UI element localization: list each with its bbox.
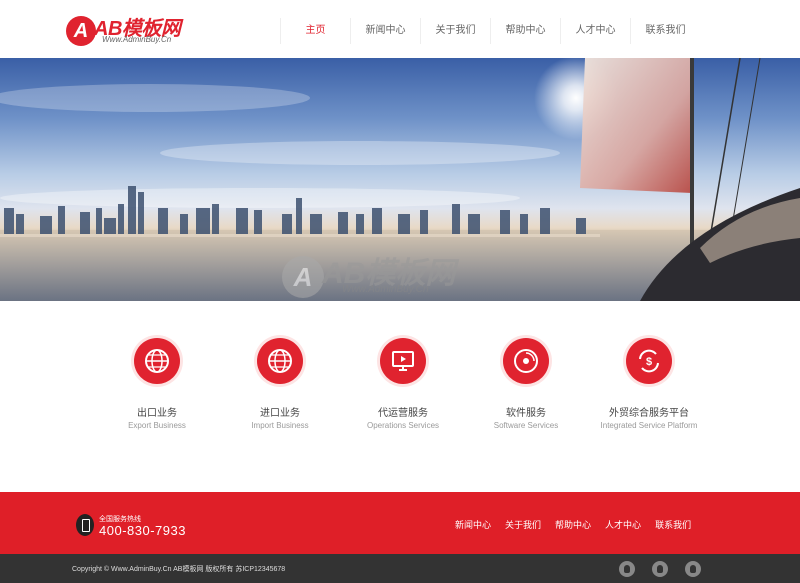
- nav-item-home[interactable]: 主页: [280, 18, 350, 44]
- monitor-icon: [380, 338, 426, 384]
- main-nav: 主页 新闻中心 关于我们 帮助中心 人才中心 联系我们: [280, 18, 700, 44]
- service-subtitle: Software Services: [493, 421, 559, 430]
- watermark-subtitle: Www.AdminBuy.Cn: [342, 284, 429, 295]
- service-operations[interactable]: 代运营服务 Operations Services: [344, 338, 462, 438]
- nav-item-about[interactable]: 关于我们: [420, 18, 490, 44]
- weibo-icon[interactable]: [685, 561, 701, 577]
- nav-item-news[interactable]: 新闻中心: [350, 18, 420, 44]
- header: A AB模板网 Www.AdminBuy.Cn 主页 新闻中心 关于我们 帮助中…: [0, 0, 800, 60]
- disc-icon: [503, 338, 549, 384]
- service-import[interactable]: 进口业务 Import Business: [221, 338, 339, 438]
- service-title: 代运营服务: [378, 408, 428, 419]
- svg-text:$: $: [646, 356, 652, 368]
- qq-icon[interactable]: [619, 561, 635, 577]
- service-subtitle: Integrated Service Platform: [600, 421, 698, 430]
- logo[interactable]: A AB模板网 Www.AdminBuy.Cn: [66, 14, 196, 46]
- services-section: 出口业务 Export Business 进口业务 Import Busines…: [98, 338, 708, 438]
- service-subtitle: Operations Services: [366, 421, 440, 430]
- phone-icon: [76, 514, 94, 536]
- footer-nav-help[interactable]: 帮助中心: [555, 518, 591, 531]
- footer-nav-about[interactable]: 关于我们: [505, 518, 541, 531]
- globe-icon: [134, 338, 180, 384]
- service-title: 进口业务: [260, 408, 300, 419]
- watermark-logo: A AB模板网 Www.AdminBuy.Cn: [282, 248, 482, 308]
- globe-icon: [257, 338, 303, 384]
- service-platform[interactable]: $ 外贸综合服务平台 Integrated Service Platform: [590, 338, 708, 438]
- service-title: 外贸综合服务平台: [609, 408, 689, 419]
- watermark-mark: A: [282, 256, 324, 298]
- wechat-icon[interactable]: [652, 561, 668, 577]
- logo-subtitle: Www.AdminBuy.Cn: [102, 35, 172, 44]
- footer-nav-talent[interactable]: 人才中心: [605, 518, 641, 531]
- service-subtitle: Import Business: [251, 421, 309, 430]
- nav-item-contact[interactable]: 联系我们: [630, 18, 700, 44]
- service-export[interactable]: 出口业务 Export Business: [98, 338, 216, 438]
- service-subtitle: Export Business: [128, 421, 186, 430]
- service-software[interactable]: 软件服务 Software Services: [467, 338, 585, 438]
- footer-nav-news[interactable]: 新闻中心: [455, 518, 491, 531]
- footer-nav-contact[interactable]: 联系我们: [655, 518, 691, 531]
- footer-nav: 新闻中心 关于我们 帮助中心 人才中心 联系我们: [455, 518, 705, 531]
- nav-item-talent[interactable]: 人才中心: [560, 18, 630, 44]
- copyright-text: Copyright © Www.AdminBuy.Cn AB模板网 版权所有 苏…: [72, 566, 286, 573]
- dollar-cycle-icon: $: [626, 338, 672, 384]
- hotline-number: 400-830-7933: [99, 523, 186, 538]
- bottom-bar: Copyright © Www.AdminBuy.Cn AB模板网 版权所有 苏…: [0, 554, 800, 583]
- service-title: 出口业务: [137, 408, 177, 419]
- service-title: 软件服务: [506, 408, 546, 419]
- nav-item-help[interactable]: 帮助中心: [490, 18, 560, 44]
- footer: 全国服务热线 400-830-7933 新闻中心 关于我们 帮助中心 人才中心 …: [0, 492, 800, 554]
- logo-mark: A: [66, 16, 96, 46]
